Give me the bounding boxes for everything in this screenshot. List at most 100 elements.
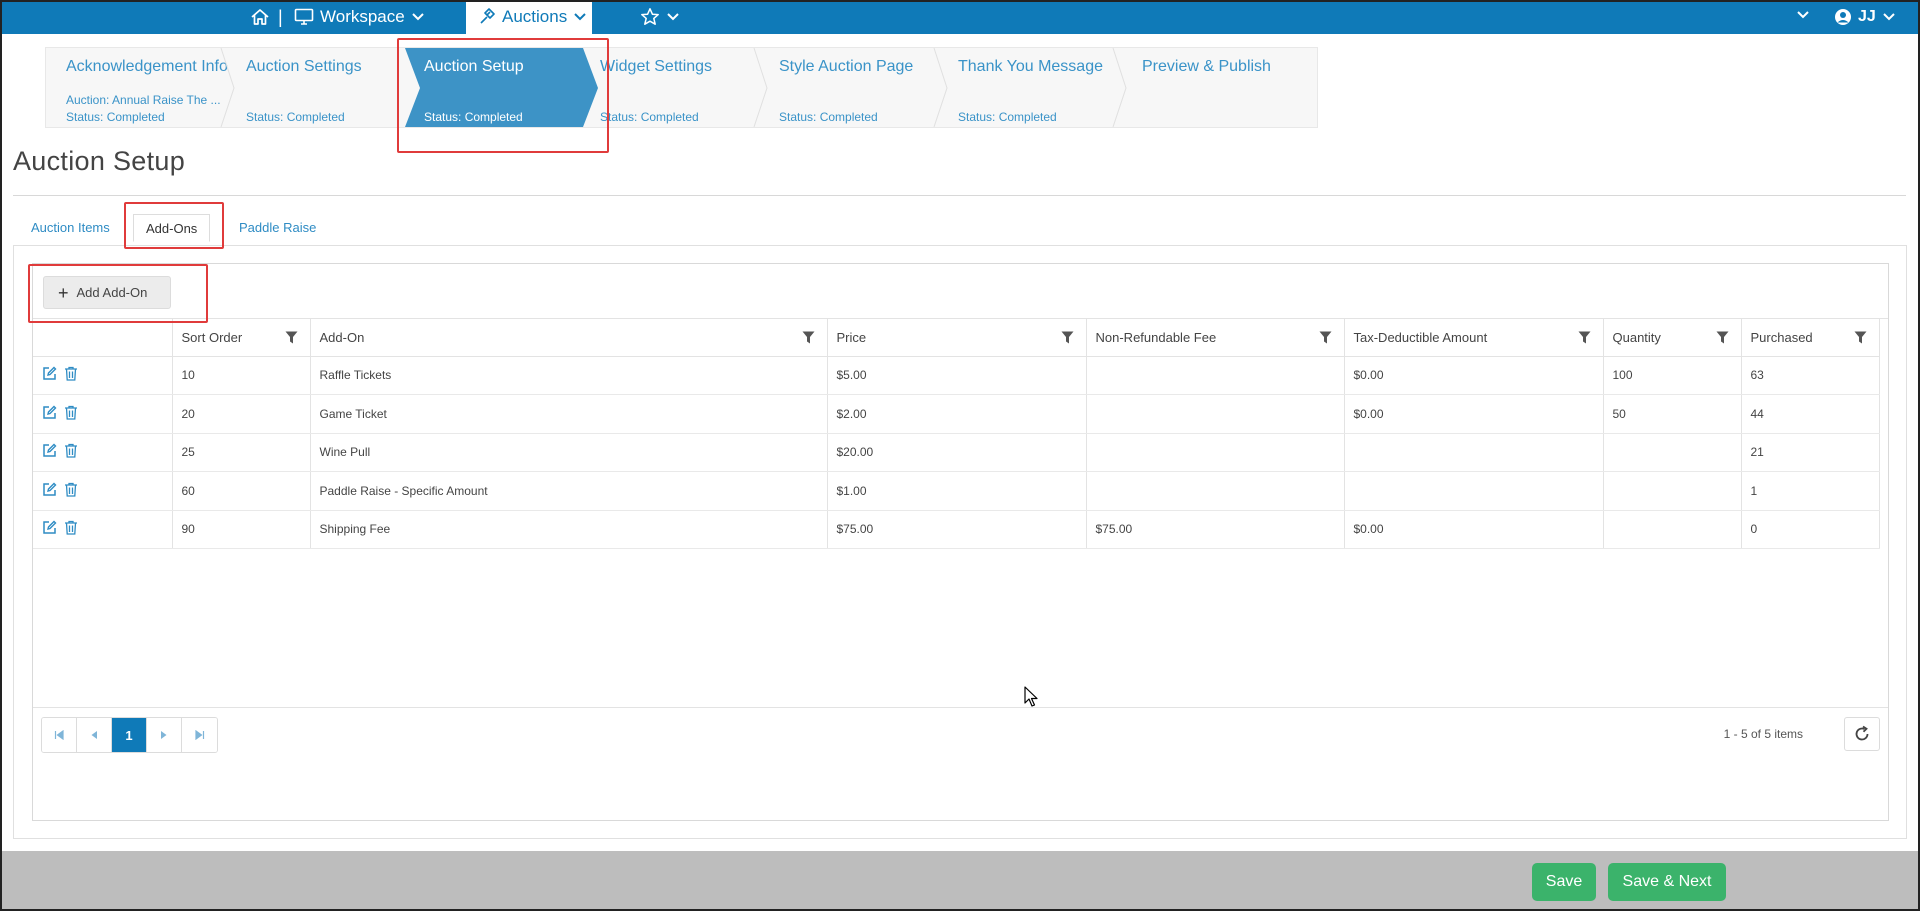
chevron-down-icon[interactable] [1796,10,1810,20]
filter-icon[interactable] [1578,331,1591,347]
auctions-menu[interactable]: Auctions [466,0,592,34]
add-add-on-button[interactable]: + Add Add-On [43,276,171,309]
save-button[interactable]: Save [1532,863,1596,901]
tab-add-ons[interactable]: Add-Ons [133,214,211,242]
cell-add-on: Paddle Raise - Specific Amount [310,471,828,511]
column-header-tax-deductible-amount[interactable]: Tax-Deductible Amount [1344,319,1604,357]
filter-icon[interactable] [1854,331,1867,347]
last-page-icon[interactable] [182,718,217,752]
step-auction-settings[interactable]: Auction Settings Status: Completed [226,48,396,127]
table-row: 10 Raffle Tickets $5.00 $0.00 100 63 [33,356,1880,395]
step-title: Auction Settings [246,58,362,75]
column-header-label: Purchased [1750,329,1813,345]
cell-sort-order: 25 [172,433,311,472]
top-nav: | Workspace Auctions JJ [0,0,1920,34]
column-header-price[interactable]: Price [827,319,1087,357]
refresh-icon[interactable] [1844,717,1880,751]
home-icon[interactable] [250,7,270,27]
column-header-sort-order[interactable]: Sort Order [172,319,311,357]
column-header-non-refundable-fee[interactable]: Non-Refundable Fee [1086,319,1345,357]
tab-auction-items[interactable]: Auction Items [31,214,110,242]
table-row: 60 Paddle Raise - Specific Amount $1.00 … [33,471,1880,511]
save-next-button[interactable]: Save & Next [1608,863,1726,901]
cell-tax-deductible-amount: $0.00 [1344,510,1604,549]
user-menu[interactable]: JJ [1834,0,1896,34]
step-auction-name: Auction: Annual Raise The ... [66,93,221,107]
first-page-icon[interactable] [42,718,77,752]
row-actions [33,471,173,511]
cell-quantity [1603,471,1742,511]
cell-quantity: 100 [1603,356,1742,395]
cell-sort-order: 60 [172,471,311,511]
chevron-down-icon [666,12,680,22]
cell-purchased: 1 [1741,471,1880,511]
filter-icon[interactable] [1061,331,1074,347]
column-header-quantity[interactable]: Quantity [1603,319,1742,357]
filter-icon[interactable] [285,331,298,347]
chevron-down-icon [573,12,587,22]
step-auction-setup[interactable]: Auction Setup Status: Completed [405,48,598,127]
workspace-menu[interactable]: Workspace [294,0,425,34]
next-page-icon[interactable] [147,718,182,752]
step-widget-settings[interactable]: Widget Settings Status: Completed [582,48,768,127]
pager-info: 1 - 5 of 5 items [1723,727,1803,741]
cell-price: $20.00 [827,433,1087,472]
table-row: 25 Wine Pull $20.00 21 [33,433,1880,472]
cell-non-refundable-fee [1086,356,1345,395]
cell-non-refundable-fee [1086,471,1345,511]
table-row: 20 Game Ticket $2.00 $0.00 50 44 [33,394,1880,434]
column-header-label: Sort Order [181,329,243,345]
divider [13,195,1906,196]
table-header-row: Sort Order Add-On Price Non-Refundable F… [33,319,1880,357]
chevron-down-icon [411,12,425,22]
filter-icon[interactable] [802,331,815,347]
step-title: Style Auction Page [779,58,914,75]
add-ons-table: Sort Order Add-On Price Non-Refundable F… [33,319,1880,549]
tab-paddle-raise[interactable]: Paddle Raise [239,214,316,242]
previous-page-icon[interactable] [77,718,112,752]
filter-icon[interactable] [1319,331,1332,347]
chevron-down-icon [1882,12,1896,22]
step-title: Preview & Publish [1142,58,1271,75]
cell-sort-order: 20 [172,394,311,434]
edit-icon[interactable] [42,366,57,384]
cell-tax-deductible-amount: $0.00 [1344,394,1604,434]
wizard-steps: Acknowledgement Info Auction: Annual Rai… [45,47,1318,128]
cell-non-refundable-fee [1086,433,1345,472]
trash-icon[interactable] [64,520,78,538]
step-style-auction-page[interactable]: Style Auction Page Status: Completed [762,48,948,127]
cell-price: $2.00 [827,394,1087,434]
footer-bar: Save Save & Next [0,851,1920,911]
cell-add-on: Game Ticket [310,394,828,434]
column-header-add-on[interactable]: Add-On [310,319,828,357]
row-actions [33,510,173,549]
column-header-label: Add-On [319,329,365,345]
cell-price: $5.00 [827,356,1087,395]
step-acknowledgement-info[interactable]: Acknowledgement Info Auction: Annual Rai… [46,48,235,127]
edit-icon[interactable] [42,520,57,538]
trash-icon[interactable] [64,405,78,423]
edit-icon[interactable] [42,482,57,500]
trash-icon[interactable] [64,366,78,384]
cell-purchased: 21 [1741,433,1880,472]
trash-icon[interactable] [64,482,78,500]
step-title: Acknowledgement Info [66,58,228,75]
cell-purchased: 0 [1741,510,1880,549]
edit-icon[interactable] [42,405,57,423]
filter-icon[interactable] [1716,331,1729,347]
cell-tax-deductible-amount: $0.00 [1344,356,1604,395]
step-title: Widget Settings [600,58,713,75]
step-preview-publish[interactable]: Preview & Publish [1120,48,1310,127]
cell-tax-deductible-amount [1344,471,1604,511]
cell-sort-order: 90 [172,510,311,549]
page-number-button[interactable]: 1 [112,718,147,752]
favorites-menu[interactable] [640,7,680,27]
trash-icon[interactable] [64,443,78,461]
column-header-purchased[interactable]: Purchased [1741,319,1880,357]
edit-icon[interactable] [42,443,57,461]
cell-purchased: 44 [1741,394,1880,434]
grid-toolbar: + Add Add-On [33,264,1888,319]
cell-quantity [1603,433,1742,472]
step-thank-you-message[interactable]: Thank You Message Status: Completed [941,48,1127,127]
workspace-label: Workspace [320,7,405,26]
